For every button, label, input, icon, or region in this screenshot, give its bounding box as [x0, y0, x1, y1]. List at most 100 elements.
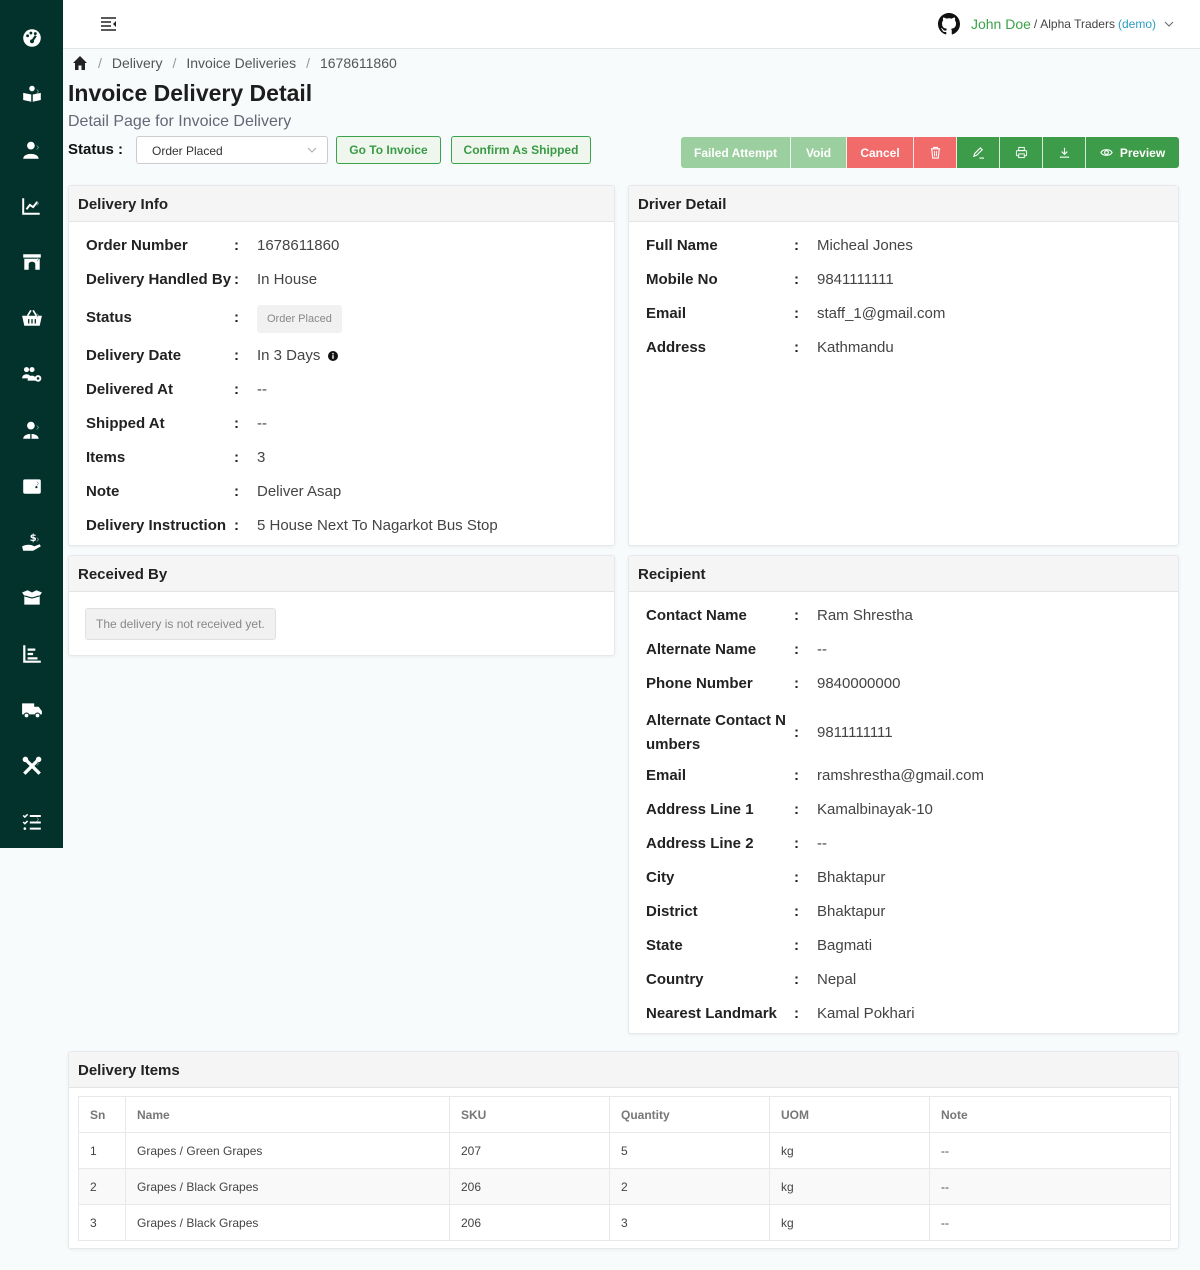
confirm-as-shipped-button[interactable]: Confirm As Shipped: [451, 136, 591, 164]
demo-label: (demo): [1117, 17, 1156, 31]
column-header-quantity[interactable]: Quantity: [609, 1096, 770, 1133]
field-value: 1678611860: [257, 237, 340, 254]
table-row: 1 Grapes / Green Grapes 207 5 kg --: [78, 1132, 1171, 1169]
download-button[interactable]: [1043, 137, 1086, 168]
field-colon: :: [794, 237, 799, 254]
sidebar-item-settings[interactable]: ›: [0, 746, 63, 786]
info-row-delivery-instruction: Delivery Instruction: 5 House Next To Nag…: [86, 517, 498, 534]
info-icon[interactable]: [328, 351, 339, 362]
cell-sn: 1: [78, 1132, 126, 1169]
sidebar-item-store[interactable]: ›: [0, 242, 63, 282]
field-colon: :: [234, 237, 239, 254]
void-button[interactable]: Void: [791, 137, 847, 168]
field-label: Full Name: [646, 237, 718, 254]
github-icon[interactable]: [937, 13, 960, 35]
field-value: 5 House Next To Nagarkot Bus Stop: [257, 517, 498, 534]
chevron-right-icon: ›: [36, 310, 40, 321]
field-label: Alternate Name: [646, 641, 757, 658]
eye-icon: [1100, 149, 1113, 156]
preview-button-label: Preview: [1119, 145, 1166, 160]
field-value: Kamal Pokhari: [817, 1005, 915, 1022]
failed-attempt-button[interactable]: Failed Attempt: [681, 137, 791, 168]
column-header-uom[interactable]: UOM: [769, 1096, 930, 1133]
chevron-right-icon: ›: [36, 198, 40, 209]
chevron-down-icon[interactable]: [1164, 19, 1174, 29]
field-label: Mobile No: [646, 271, 718, 288]
field-colon: :: [794, 675, 799, 692]
cell-quantity: 5: [609, 1132, 770, 1169]
sidebar-item-wallet[interactable]: ›: [0, 466, 63, 506]
sidebar-item-payments[interactable]: $ ›: [0, 522, 63, 562]
sidebar-item-inventory[interactable]: [0, 578, 63, 618]
action-button-group: Failed Attempt Void Cancel Preview: [681, 137, 1179, 168]
field-label: Alternate Contact Numbers: [646, 712, 787, 753]
sidebar-item-delivery[interactable]: [0, 690, 63, 730]
sidebar-item-user-groups[interactable]: [0, 354, 63, 394]
recipient-row-email: Email: ramshrestha@gmail.com: [646, 767, 984, 784]
sidebar-item-customers[interactable]: ›: [0, 130, 63, 170]
user-name[interactable]: John Doe: [971, 16, 1031, 32]
field-colon: :: [234, 271, 239, 288]
cell-note: --: [929, 1168, 1171, 1205]
field-colon: :: [794, 971, 799, 988]
sidebar-item-dashboard[interactable]: [0, 18, 63, 58]
delete-button[interactable]: [914, 137, 957, 168]
breadcrumb-separator: /: [98, 55, 102, 71]
home-icon[interactable]: [72, 55, 88, 71]
organization-name: Alpha Traders: [1040, 17, 1115, 31]
cell-uom: kg: [769, 1132, 930, 1169]
sidebar-item-tasks[interactable]: ›: [0, 802, 63, 842]
page-subtitle: Detail Page for Invoice Delivery: [68, 113, 292, 130]
cell-quantity: 2: [609, 1168, 770, 1205]
field-colon: :: [794, 903, 799, 920]
reports-icon: [22, 645, 41, 663]
field-label: Note: [86, 483, 120, 500]
driver-row-email: Email: staff_1@gmail.com: [646, 305, 945, 322]
column-header-sn[interactable]: Sn: [78, 1096, 126, 1133]
sidebar-item-catalog[interactable]: ›: [0, 74, 63, 114]
recipient-row-alternate-contact: Alternate Contact Numbers: 9811111111: [646, 709, 893, 757]
cell-note: --: [929, 1204, 1171, 1241]
column-header-note[interactable]: Note: [929, 1096, 1171, 1133]
breadcrumb: / Delivery / Invoice Deliveries / 167861…: [72, 55, 397, 71]
go-to-invoice-button[interactable]: Go To Invoice: [336, 136, 441, 164]
sidebar-item-staff[interactable]: ›: [0, 410, 63, 450]
edit-button[interactable]: [957, 137, 1000, 168]
info-row-handled-by: Delivery Handled By: In House: [86, 271, 317, 288]
field-label: Delivered At: [86, 381, 173, 398]
field-label: Nearest Landmark: [646, 1005, 777, 1022]
chevron-right-icon: ›: [36, 534, 40, 545]
recipient-card: Recipient Contact Name: Ram Shrestha Alte…: [628, 555, 1179, 1034]
recipient-title: Recipient: [629, 556, 1178, 592]
field-label: District: [646, 903, 698, 920]
preview-button[interactable]: Preview: [1086, 137, 1179, 168]
info-row-status: Status: Order Placed: [86, 305, 342, 333]
printer-icon: [1015, 146, 1027, 159]
cancel-button[interactable]: Cancel: [847, 137, 914, 168]
sidebar-item-purchase[interactable]: ›: [0, 298, 63, 338]
field-label: Address Line 2: [646, 835, 754, 852]
field-colon: :: [234, 517, 239, 534]
column-header-name[interactable]: Name: [125, 1096, 450, 1133]
field-value: staff_1@gmail.com: [817, 305, 946, 322]
field-value: --: [817, 835, 827, 852]
cell-sku: 206: [449, 1168, 610, 1205]
field-colon: :: [794, 767, 799, 784]
field-colon: :: [794, 641, 799, 658]
column-header-sku[interactable]: SKU: [449, 1096, 610, 1133]
delivery-info-title: Delivery Info: [69, 186, 614, 222]
field-colon: :: [234, 449, 239, 466]
breadcrumb-item-invoice-deliveries[interactable]: Invoice Deliveries: [186, 55, 296, 71]
print-button[interactable]: [1000, 137, 1043, 168]
sidebar-item-sales[interactable]: ›: [0, 186, 63, 226]
user-menu[interactable]: John Doe / Alpha Traders (demo): [937, 13, 1174, 35]
field-colon: :: [234, 381, 239, 398]
sidebar-item-reports[interactable]: [0, 634, 63, 674]
status-select[interactable]: Order Placed: [136, 136, 328, 164]
breadcrumb-item-delivery[interactable]: Delivery: [112, 55, 163, 71]
field-colon: :: [234, 347, 239, 364]
menu-toggle-button[interactable]: [99, 14, 119, 34]
info-row-items: Items: 3: [86, 449, 265, 466]
field-label: Phone Number: [646, 675, 753, 692]
pencil-icon: [972, 147, 984, 159]
